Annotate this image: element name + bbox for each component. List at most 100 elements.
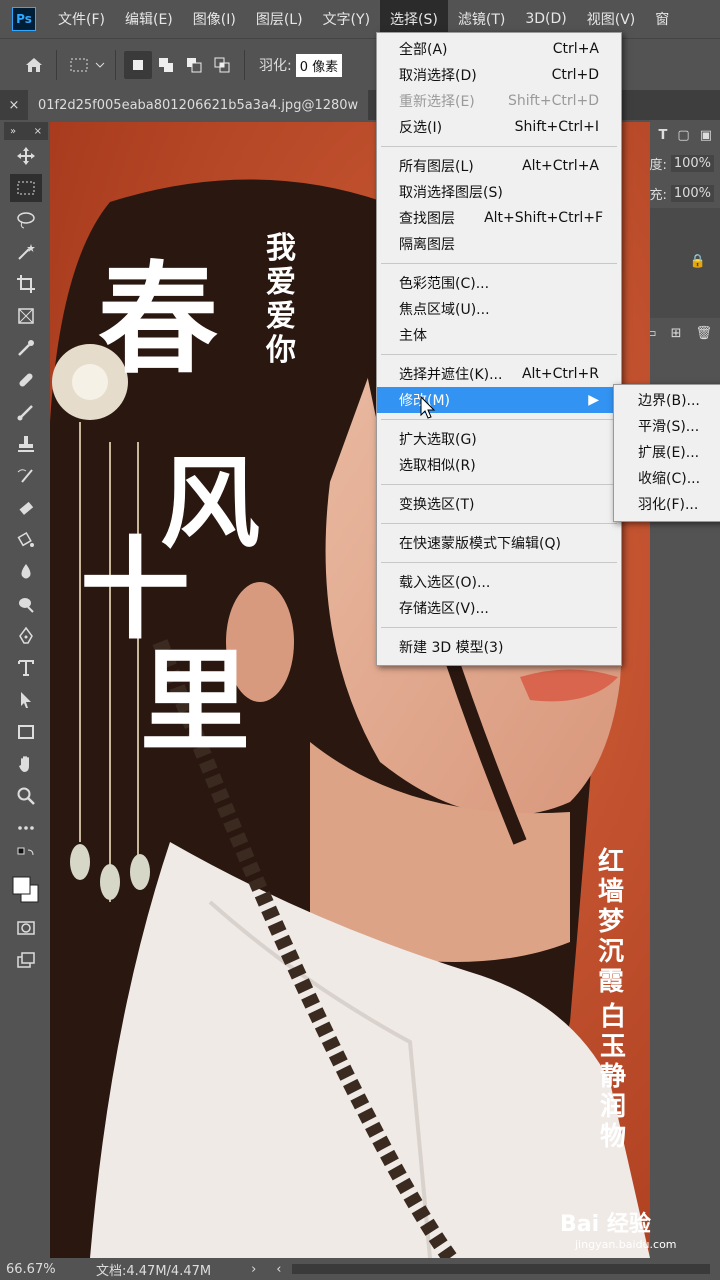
close-icon[interactable]: × — [34, 126, 42, 137]
blur-icon[interactable] — [10, 558, 42, 586]
submenu-item-feather[interactable]: 羽化(F)... — [614, 491, 720, 517]
new-selection-icon[interactable] — [124, 51, 152, 79]
menu-edit[interactable]: 编辑(E) — [115, 0, 183, 38]
add-selection-icon[interactable] — [152, 51, 180, 79]
scroll-left-icon[interactable]: ‹ — [276, 1262, 281, 1277]
swap-colors-icon[interactable] — [10, 846, 42, 866]
menu-item-color-range[interactable]: 色彩范围(C)... — [377, 270, 621, 296]
menu-item-label: 重新选择(E) — [399, 94, 475, 110]
shape-filter-icon[interactable]: ▢ — [677, 128, 689, 143]
menu-item-transform-selection[interactable]: 变换选区(T) — [377, 491, 621, 517]
menu-item-similar[interactable]: 选取相似(R) — [377, 452, 621, 478]
dodge-icon[interactable] — [10, 590, 42, 618]
eyedropper-icon[interactable] — [10, 334, 42, 362]
menu-item-subject[interactable]: 主体 — [377, 322, 621, 348]
fill-input[interactable]: 100% — [670, 184, 714, 202]
menu-type[interactable]: 文字(Y) — [313, 0, 380, 38]
menu-item-label: 隔离图层 — [399, 237, 455, 253]
intersect-selection-icon[interactable] — [208, 51, 236, 79]
home-icon[interactable] — [20, 51, 48, 79]
submenu-item-smooth[interactable]: 平滑(S)... — [614, 413, 720, 439]
document-size: 文档:4.47M/4.47M — [96, 1263, 212, 1279]
menu-image[interactable]: 图像(I) — [183, 0, 246, 38]
zoom-level[interactable]: 66.67% — [6, 1262, 96, 1277]
submenu-item-expand[interactable]: 扩展(E)... — [614, 439, 720, 465]
menu-item-reselect: 重新选择(E) Shift+Ctrl+D — [377, 88, 621, 114]
status-arrow-icon[interactable]: › — [251, 1262, 256, 1277]
healing-brush-icon[interactable] — [10, 366, 42, 394]
menu-item-select-all[interactable]: 全部(A) Ctrl+A — [377, 36, 621, 62]
trash-icon[interactable]: 🗑 — [695, 326, 712, 341]
menu-item-focus-area[interactable]: 焦点区域(U)... — [377, 296, 621, 322]
type-filter-icon[interactable]: T — [659, 128, 668, 143]
pen-icon[interactable] — [10, 622, 42, 650]
rectangle-icon[interactable] — [10, 718, 42, 746]
color-swatches[interactable] — [10, 870, 42, 910]
lasso-icon[interactable] — [10, 206, 42, 234]
menu-window[interactable]: 窗 — [645, 0, 679, 38]
type-icon[interactable] — [10, 654, 42, 682]
menu-item-save-selection[interactable]: 存储选区(V)... — [377, 595, 621, 621]
menu-item-all-layers[interactable]: 所有图层(L) Alt+Ctrl+A — [377, 153, 621, 179]
menu-item-select-and-mask[interactable]: 选择并遮住(K)... Alt+Ctrl+R — [377, 361, 621, 387]
menu-item-modify[interactable]: 修改(M)▶ — [377, 387, 621, 413]
history-brush-icon[interactable] — [10, 462, 42, 490]
marquee-tool-preset-icon[interactable] — [65, 51, 93, 79]
submenu-item-border[interactable]: 边界(B)... — [614, 387, 720, 413]
menu-item-label: 取消选择图层(S) — [399, 185, 503, 201]
menu-file[interactable]: 文件(F) — [48, 0, 115, 38]
path-selection-icon[interactable] — [10, 686, 42, 714]
frame-icon[interactable] — [10, 302, 42, 330]
menu-separator — [381, 562, 617, 563]
menu-item-find-layers[interactable]: 查找图层 Alt+Shift+Ctrl+F — [377, 205, 621, 231]
opacity-input[interactable]: 100% — [670, 154, 714, 172]
paint-bucket-icon[interactable] — [10, 526, 42, 554]
document-tab[interactable]: 01f2d25f005eaba801206621b5a3a4.jpg@1280w — [28, 90, 369, 120]
menu-item-quick-mask[interactable]: 在快速蒙版模式下编辑(Q) — [377, 530, 621, 556]
menu-item-label: 查找图层 — [399, 211, 455, 227]
smart-filter-icon[interactable]: ▣ — [700, 128, 712, 143]
menu-item-label: 反选(I) — [399, 120, 443, 136]
menu-item-label: 焦点区域(U)... — [399, 302, 490, 318]
menu-item-grow[interactable]: 扩大选取(G) — [377, 426, 621, 452]
collapse-icon[interactable]: » — [10, 126, 16, 137]
menu-item-label: 扩大选取(G) — [399, 432, 477, 448]
menu-item-label: 存储选区(V)... — [399, 601, 489, 617]
screen-mode-icon[interactable] — [10, 946, 42, 974]
submenu-arrow-icon: ▶ — [588, 392, 599, 408]
title-char-4: 里 — [140, 637, 250, 766]
menu-item-isolate-layers[interactable]: 隔离图层 — [377, 231, 621, 257]
horizontal-scrollbar[interactable] — [291, 1264, 710, 1274]
eraser-icon[interactable] — [10, 494, 42, 522]
subtract-selection-icon[interactable] — [180, 51, 208, 79]
menu-separator — [381, 523, 617, 524]
feather-input[interactable]: 0 像素 — [295, 53, 343, 77]
chevron-down-icon[interactable] — [93, 51, 107, 79]
menu-item-deselect-layers[interactable]: 取消选择图层(S) — [377, 179, 621, 205]
close-icon[interactable]: × — [0, 98, 28, 113]
move-tool-icon[interactable] — [10, 142, 42, 170]
more-tools-icon[interactable] — [10, 814, 42, 842]
menu-separator — [381, 484, 617, 485]
shortcut: Shift+Ctrl+D — [508, 93, 599, 109]
menu-item-load-selection[interactable]: 载入选区(O)... — [377, 569, 621, 595]
magic-wand-icon[interactable] — [10, 238, 42, 266]
hand-icon[interactable] — [10, 750, 42, 778]
zoom-icon[interactable] — [10, 782, 42, 810]
menu-item-label: 选取相似(R) — [399, 458, 476, 474]
select-menu-dropdown: 全部(A) Ctrl+A 取消选择(D) Ctrl+D 重新选择(E) Shift+C… — [376, 32, 622, 666]
stamp-icon[interactable] — [10, 430, 42, 458]
rectangular-marquee-icon[interactable] — [10, 174, 42, 202]
menu-item-deselect[interactable]: 取消选择(D) Ctrl+D — [377, 62, 621, 88]
crop-icon[interactable] — [10, 270, 42, 298]
right-poem-line-1: 红墙梦沉霞 — [598, 847, 625, 997]
menu-layer[interactable]: 图层(L) — [246, 0, 313, 38]
menu-item-inverse[interactable]: 反选(I) Shift+Ctrl+I — [377, 114, 621, 140]
document-tab-label: 01f2d25f005eaba801206621b5a3a4.jpg@1280w — [38, 97, 359, 113]
quick-mask-icon[interactable] — [10, 914, 42, 942]
tools-panel: » × — [4, 122, 48, 1000]
brush-icon[interactable] — [10, 398, 42, 426]
menu-item-new-3d-model[interactable]: 新建 3D 模型(3) — [377, 634, 621, 660]
submenu-item-contract[interactable]: 收缩(C)... — [614, 465, 720, 491]
new-layer-icon[interactable]: ⊞ — [671, 326, 682, 341]
